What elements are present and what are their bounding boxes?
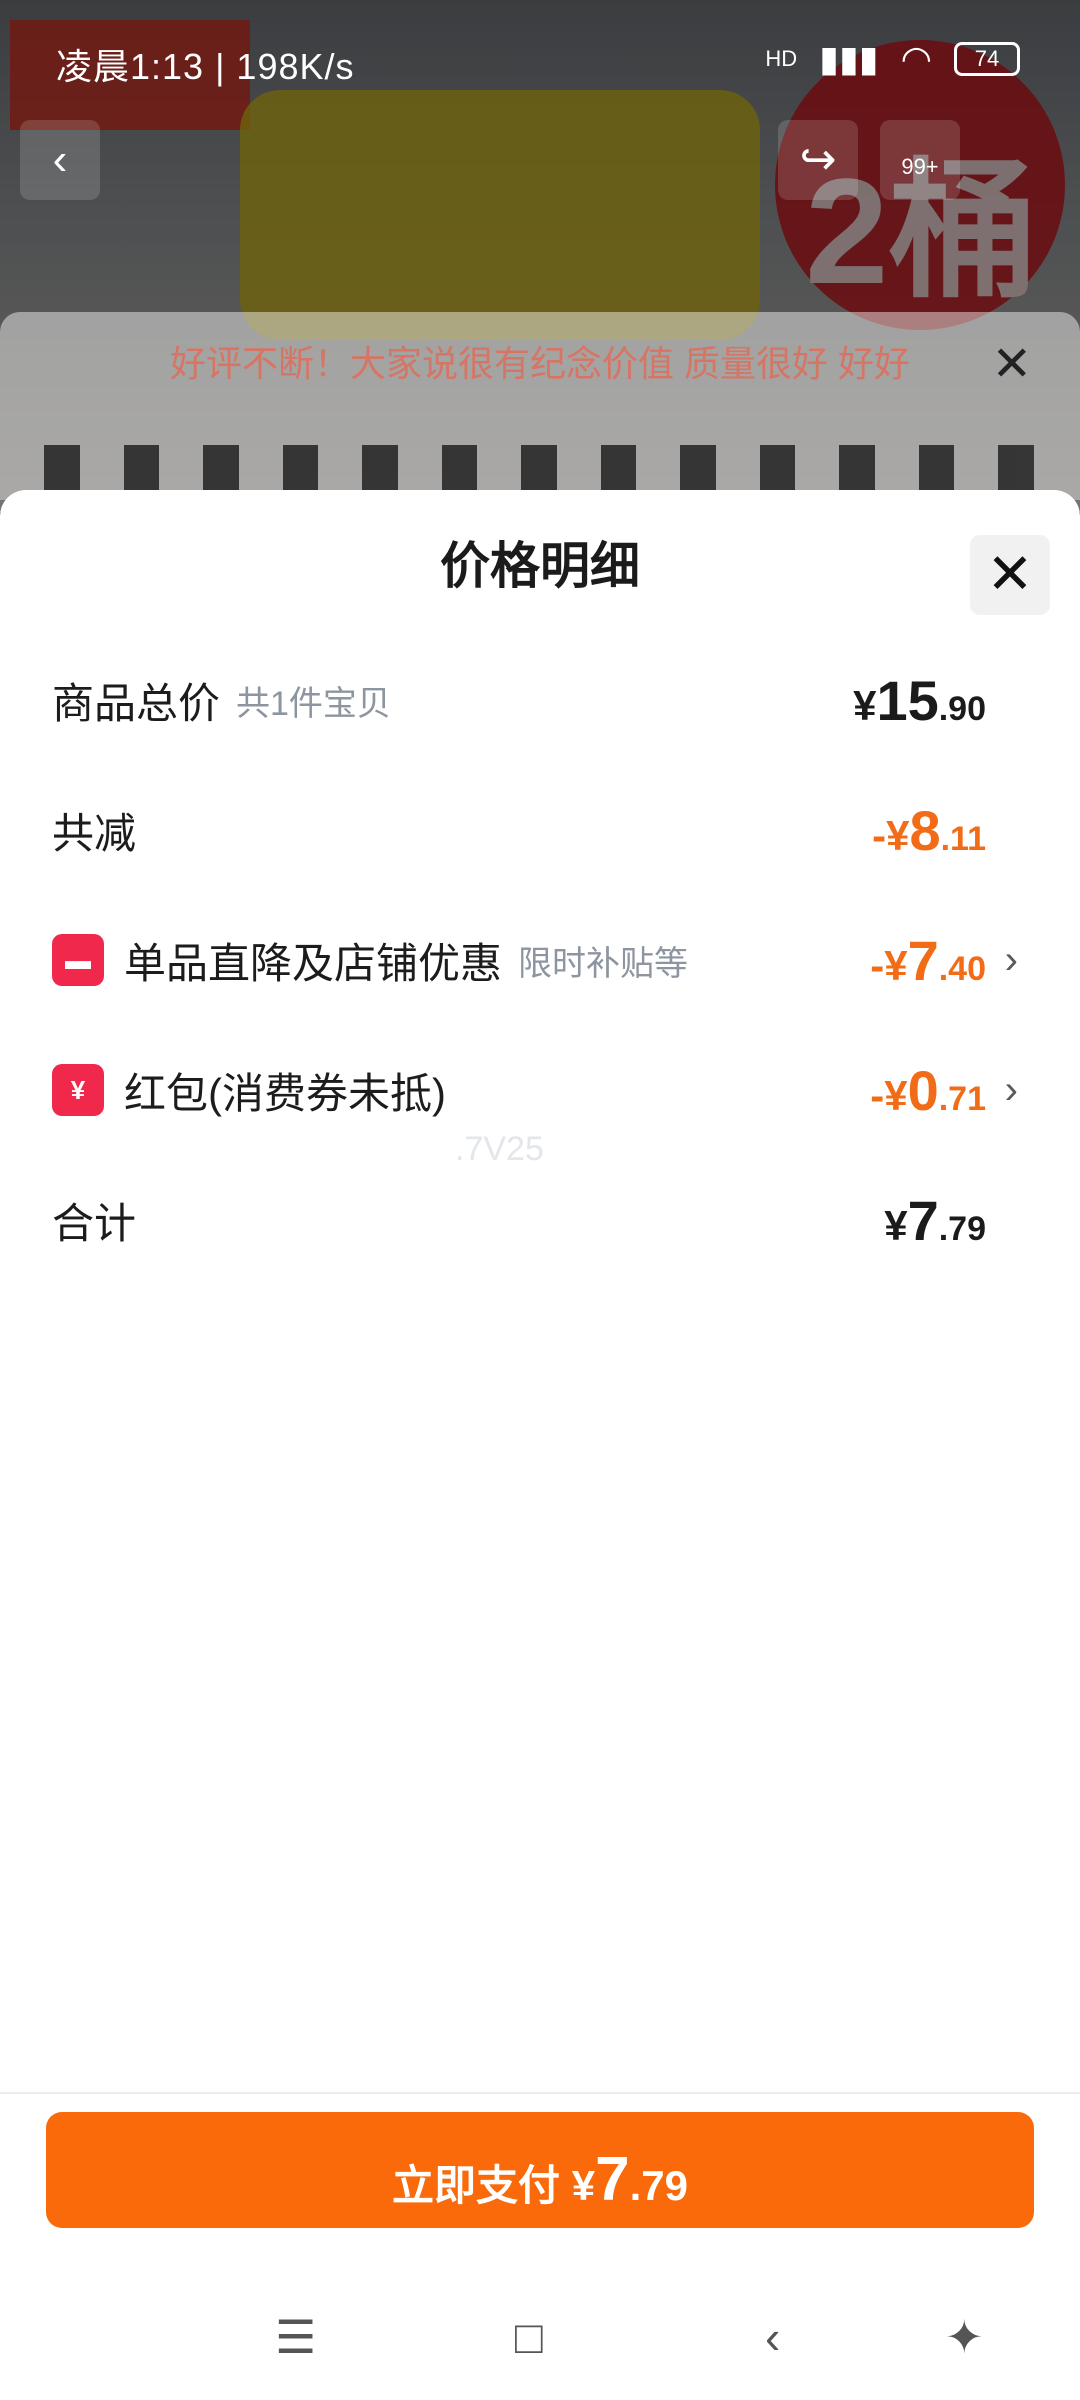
row-price: ¥15.90 <box>853 668 986 732</box>
sheet-title: 价格明细 <box>440 538 640 594</box>
row-note: 限时补贴等 <box>518 944 689 983</box>
row-label: 单品直降及店铺优惠 <box>124 939 503 987</box>
divider <box>0 2092 1080 2094</box>
row-label: 共减 <box>52 809 137 857</box>
cart-badge: 99+ <box>901 154 939 179</box>
row-label: 红包(消费券未抵) <box>124 1069 446 1117</box>
menu-icon[interactable]: ☰ <box>275 2310 316 2364</box>
share-icon[interactable]: ↪ <box>778 120 858 200</box>
status-bar: 凌晨1:13 | 198K/s HD ▮▮▮ ◠ 74 <box>0 0 1080 96</box>
row-total-price: 商品总价 共1件宝贝 ¥15.90 <box>52 660 1032 740</box>
row-label: 合计 <box>52 1199 137 1247</box>
pay-button-label: 立即支付 <box>392 2162 561 2209</box>
row-label: 商品总价 <box>52 679 221 727</box>
battery-icon: 74 <box>954 42 1020 76</box>
row-red-packet[interactable]: ¥ 红包(消费券未抵) -¥0.71 › <box>52 1050 1032 1130</box>
row-price: -¥8.11 <box>872 798 986 862</box>
watermark-text: .7V25 <box>455 1130 544 1168</box>
row-price: -¥7.40 <box>870 928 986 992</box>
review-blocks <box>44 445 1034 490</box>
product-top-nav: ‹ ↪ 99+ <box>0 120 1080 200</box>
back-nav-icon[interactable]: ‹ <box>765 2310 780 2364</box>
red-packet-icon: ¥ <box>52 1064 104 1116</box>
assistant-icon[interactable]: ✦ <box>945 2310 984 2364</box>
close-icon[interactable]: ✕ <box>970 535 1050 615</box>
row-total-discount: 共减 -¥8.11 <box>52 790 1032 870</box>
chevron-right-icon: › <box>1004 1067 1018 1112</box>
back-icon[interactable]: ‹ <box>20 120 100 200</box>
review-marquee: 好评不断！大家说很有纪念价值 质量很好 好好 <box>170 343 911 384</box>
row-price: ¥7.79 <box>884 1188 986 1252</box>
row-store-discount[interactable]: ▬ 单品直降及店铺优惠 限时补贴等 -¥7.40 › <box>52 920 1032 1000</box>
chevron-right-icon: › <box>1004 937 1018 982</box>
cart-icon[interactable]: 99+ <box>880 120 960 200</box>
status-icons: HD ▮▮▮ ◠ 74 <box>765 38 1020 80</box>
row-price: -¥0.71 <box>870 1058 986 1122</box>
signal-icon: ▮▮▮ <box>819 38 879 79</box>
row-note: 共1件宝贝 <box>236 684 391 723</box>
hd-signal-icon: HD <box>765 46 798 71</box>
review-close-icon[interactable]: ✕ <box>992 336 1032 392</box>
row-grand-total: 合计 ¥7.79 <box>52 1180 1032 1260</box>
wifi-icon: ◠ <box>900 38 932 79</box>
status-time: 凌晨1:13 | 198K/s <box>56 46 355 87</box>
pay-now-button[interactable]: 立即支付 ¥7.79 <box>46 2112 1034 2228</box>
store-icon: ▬ <box>52 934 104 986</box>
system-navbar: ☰ □ ‹ ✦ <box>0 2270 1080 2400</box>
home-icon[interactable]: □ <box>515 2310 543 2364</box>
